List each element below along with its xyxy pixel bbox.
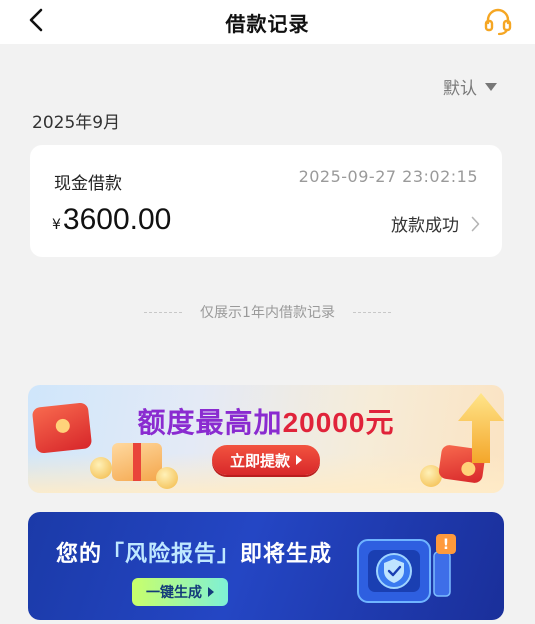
- status-text: 放款成功: [391, 216, 459, 236]
- history-notice: 仅展示1年内借款记录: [0, 302, 535, 322]
- sort-label: 默认: [443, 79, 477, 99]
- security-shield-icon: !: [357, 534, 456, 603]
- divider-right: [352, 311, 391, 313]
- month-group-label: 2025年9月: [32, 113, 121, 133]
- one-click-generate-button[interactable]: 一键生成: [132, 578, 228, 606]
- promo-headline-suffix: 元: [365, 406, 395, 439]
- promo-headline: 额度最高加20000元: [28, 401, 504, 441]
- withdraw-now-button[interactable]: 立即提款: [212, 445, 320, 475]
- play-arrow-icon: [296, 455, 302, 465]
- back-button[interactable]: [22, 6, 50, 34]
- caret-down-icon: [485, 82, 497, 91]
- risk-headline-after: 即将生成: [240, 542, 333, 567]
- chevron-left-icon: [29, 8, 43, 32]
- risk-headline: 您的「风险报告」即将生成: [56, 536, 332, 568]
- gift-box-icon: [112, 443, 162, 481]
- loan-type: 现金借款: [54, 174, 122, 194]
- loan-amount: ¥ 3600.00: [52, 203, 171, 237]
- loan-record-card[interactable]: 现金借款 2025-09-27 23:02:15 ¥ 3600.00 放款成功: [30, 145, 502, 257]
- customer-service-button[interactable]: [481, 4, 515, 38]
- page-title: 借款记录: [225, 11, 310, 36]
- svg-text:!: !: [443, 537, 449, 553]
- sort-dropdown[interactable]: 默认: [443, 74, 497, 99]
- credit-increase-banner[interactable]: 额度最高加20000元 立即提款: [28, 385, 504, 493]
- risk-report-banner[interactable]: 您的「风险报告」即将生成 一键生成 !: [28, 512, 504, 620]
- coin-icon: [90, 457, 112, 479]
- amount-value: 3600.00: [62, 203, 172, 236]
- promo-headline-prefix: 额度最高加: [137, 406, 283, 439]
- loan-timestamp: 2025-09-27 23:02:15: [298, 167, 478, 186]
- headset-icon: [484, 8, 512, 36]
- play-arrow-icon: [208, 587, 214, 597]
- loan-status: 放款成功: [391, 211, 480, 236]
- currency-symbol: ¥: [52, 217, 61, 233]
- risk-headline-before: 您的: [56, 542, 103, 567]
- withdraw-button-label: 立即提款: [229, 451, 290, 470]
- generate-button-label: 一键生成: [146, 585, 202, 601]
- top-nav-bar: 借款记录: [0, 0, 535, 44]
- promo-headline-number: 20000: [282, 407, 366, 438]
- risk-headline-highlight: 「风险报告」: [102, 542, 241, 567]
- coin-icon: [156, 467, 178, 489]
- notice-text: 仅展示1年内借款记录: [200, 305, 335, 321]
- chevron-right-icon: [471, 216, 480, 231]
- divider-left: [144, 311, 183, 313]
